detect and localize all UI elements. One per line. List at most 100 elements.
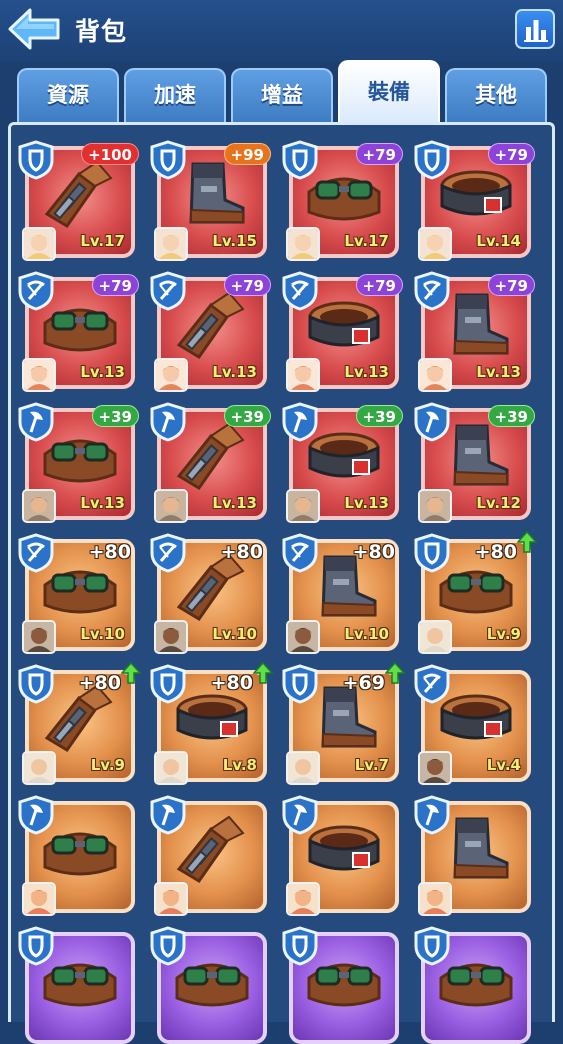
upgrade-arrow-icon [384,661,406,684]
tab-4[interactable]: 裝備 [338,60,440,122]
tab-3[interactable]: 增益 [231,68,333,122]
shield-class-icon [149,664,187,704]
enhance-bonus-badge: +99 [223,143,271,165]
crossbow-class-icon [17,533,55,573]
shield-class-icon [281,664,319,704]
item-level: Lv.13 [344,494,389,512]
hero-portrait [22,358,56,392]
hero-portrait [418,620,452,654]
equipment-item[interactable] [414,926,531,1044]
hero-portrait [154,751,188,785]
equipment-item[interactable] [18,795,135,916]
tab-2[interactable]: 加速 [124,68,226,122]
equipment-item[interactable]: +79 Lv.13 [18,271,139,392]
stats-button[interactable] [515,9,555,49]
top-bar: 背包 [0,0,563,62]
hero-portrait [286,751,320,785]
equipment-item[interactable]: +79 Lv.17 [282,140,403,261]
category-tabs: 資源 加速 增益 裝備 其他 [17,60,549,124]
enhance-bonus-badge: +79 [355,274,403,296]
equipment-item[interactable]: +39 Lv.13 [18,402,139,523]
item-level: Lv.17 [344,232,389,250]
equipment-item[interactable]: +39 Lv.13 [150,402,271,523]
item-level: Lv.17 [80,232,125,250]
shield-class-icon [149,140,187,180]
item-level: Lv.13 [212,363,257,381]
shield-class-icon [17,926,55,966]
item-level: Lv.10 [212,625,257,643]
enhance-bonus-badge: +79 [223,274,271,296]
equipment-item[interactable]: +99 Lv.15 [150,140,271,261]
upgrade-arrow-icon [120,661,142,684]
enhance-bonus-badge: +80 [78,672,121,694]
enhance-bonus-badge: +100 [81,143,139,165]
hero-portrait [22,751,56,785]
equipment-item[interactable] [282,795,399,916]
axe-class-icon [281,795,319,835]
equipment-item[interactable]: +79 Lv.13 [282,271,403,392]
shield-class-icon [17,140,55,180]
equipment-item[interactable] [150,795,267,916]
shield-class-icon [149,926,187,966]
axe-class-icon [413,795,451,835]
equipment-item[interactable] [18,926,135,1044]
axe-class-icon [281,402,319,442]
item-level: Lv.13 [80,494,125,512]
hero-portrait [418,489,452,523]
hero-portrait [154,882,188,916]
enhance-bonus-badge: +80 [474,541,517,563]
equipment-item[interactable]: +79 Lv.13 [414,271,535,392]
equipment-item[interactable]: +80 Lv.9 [414,530,538,654]
tab-1[interactable]: 資源 [17,68,119,122]
equipment-item[interactable]: +80 Lv.8 [150,661,274,785]
enhance-bonus-badge: +39 [487,405,535,427]
equipment-item[interactable]: Lv.4 [414,664,531,785]
item-level: Lv.7 [354,756,389,774]
equipment-item[interactable]: +100 Lv.17 [18,140,139,261]
crossbow-class-icon [281,271,319,311]
item-level: Lv.12 [476,494,521,512]
hero-portrait [286,489,320,523]
equipment-item[interactable] [414,795,531,916]
hero-portrait [22,227,56,261]
equipment-item[interactable]: +80 Lv.10 [282,533,399,654]
enhance-bonus-badge: +39 [223,405,271,427]
hero-portrait [22,882,56,916]
enhance-bonus-badge: +79 [487,274,535,296]
equipment-item[interactable] [282,926,399,1044]
hero-portrait [286,882,320,916]
equipment-item[interactable]: +39 Lv.12 [414,402,535,523]
equipment-item[interactable] [150,926,267,1044]
equipment-item[interactable]: +39 Lv.13 [282,402,403,523]
item-level: Lv.14 [476,232,521,250]
back-arrow-icon[interactable] [6,6,62,52]
item-level: Lv.13 [476,363,521,381]
crossbow-class-icon [149,533,187,573]
hero-portrait [154,489,188,523]
enhance-bonus-badge: +79 [91,274,139,296]
axe-class-icon [413,402,451,442]
hero-portrait [418,882,452,916]
crossbow-class-icon [413,271,451,311]
item-level: Lv.13 [80,363,125,381]
shield-class-icon [413,926,451,966]
enhance-bonus-badge: +80 [210,672,253,694]
tab-5[interactable]: 其他 [445,68,547,122]
equipment-item[interactable]: +79 Lv.14 [414,140,535,261]
equipment-item[interactable]: +79 Lv.13 [150,271,271,392]
enhance-bonus-badge: +79 [355,143,403,165]
equipment-item[interactable]: +80 Lv.10 [150,533,267,654]
equipment-item[interactable]: +80 Lv.9 [18,661,142,785]
crossbow-class-icon [149,271,187,311]
enhance-bonus-badge: +79 [487,143,535,165]
enhance-bonus-badge: +80 [220,541,263,563]
hero-portrait [286,227,320,261]
hero-portrait [154,358,188,392]
enhance-bonus-badge: +80 [352,541,395,563]
shield-class-icon [413,533,451,573]
item-level: Lv.4 [486,756,521,774]
equipment-item[interactable]: +80 Lv.10 [18,533,135,654]
enhance-bonus-badge: +39 [355,405,403,427]
enhance-bonus-badge: +39 [91,405,139,427]
equipment-item[interactable]: +69 Lv.7 [282,661,406,785]
